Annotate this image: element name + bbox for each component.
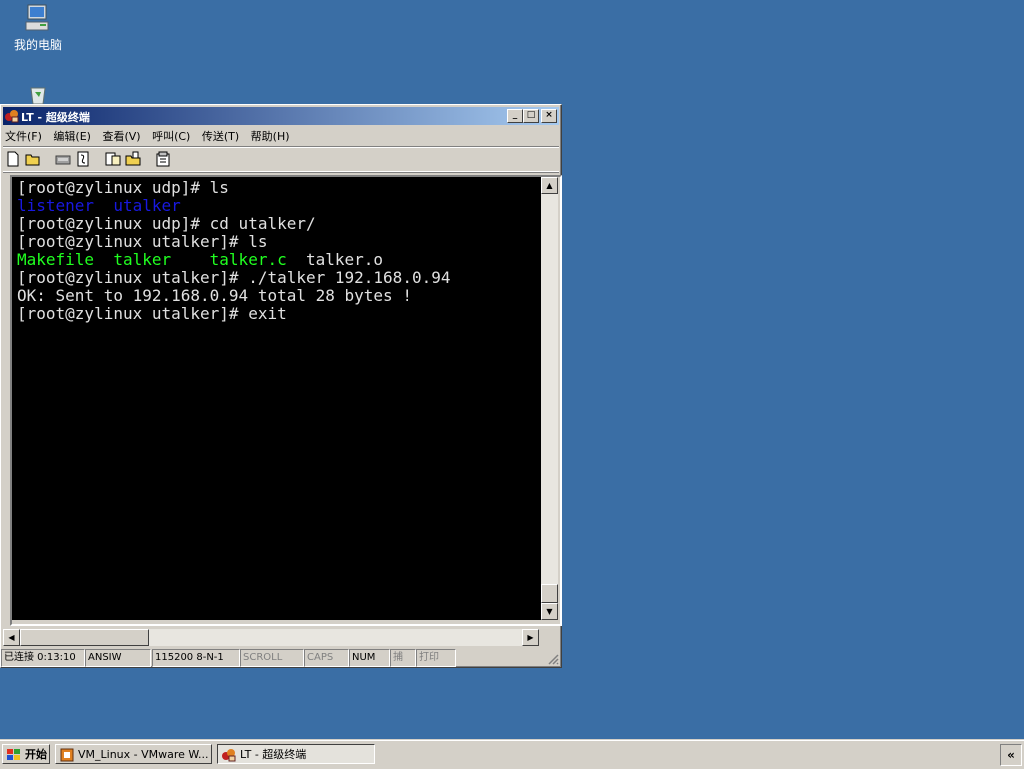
terminal-text-segment: [root@zylinux udp]# cd utalker/ <box>17 214 316 233</box>
status-caps: CAPS <box>304 649 349 667</box>
new-icon[interactable] <box>4 150 22 168</box>
status-emulation: ANSIW <box>85 649 151 667</box>
toolbar <box>3 146 559 172</box>
resize-grip-icon[interactable] <box>547 653 559 665</box>
menu-view[interactable]: 查看(V) <box>100 126 146 144</box>
dial-icon[interactable] <box>74 150 92 168</box>
status-print: 打印 <box>416 649 456 667</box>
window-title: LT - 超级终端 <box>21 111 90 124</box>
properties-icon[interactable] <box>154 150 172 168</box>
desktop-icon-label: 我的电脑 <box>13 38 62 52</box>
disconnect-icon[interactable] <box>54 150 72 168</box>
taskbar-item-label: VM_Linux - VMware W... <box>78 748 209 761</box>
terminal-text-segment: [root@zylinux utalker]# ./talker 192.168… <box>17 268 451 287</box>
windows-logo-icon <box>6 747 22 763</box>
scroll-up-icon[interactable]: ▲ <box>541 177 558 194</box>
horizontal-scroll-thumb[interactable] <box>20 629 149 646</box>
menu-bar: 文件(F) 编辑(E) 查看(V) 呼叫(C) 传送(T) 帮助(H) <box>3 126 559 144</box>
taskbar-item-hyperterminal[interactable]: LT - 超级终端 <box>217 744 375 764</box>
status-port-settings: 115200 8-N-1 <box>152 649 240 667</box>
terminal-line: listener utalker <box>17 197 541 215</box>
menu-help[interactable]: 帮助(H) <box>249 126 296 144</box>
status-connection: 已连接 0:13:10 <box>1 649 85 667</box>
vertical-scroll-thumb[interactable] <box>541 584 558 603</box>
menu-call[interactable]: 呼叫(C) <box>150 126 196 144</box>
terminal-text-segment: OK: Sent to 192.168.0.94 total 28 bytes … <box>17 286 412 305</box>
vertical-scrollbar[interactable]: ▲ ▼ <box>541 177 558 620</box>
terminal-text-segment: talker.o <box>286 250 384 269</box>
terminal-line: [root@zylinux udp]# ls <box>17 179 541 197</box>
terminal-line: [root@zylinux utalker]# exit <box>17 305 541 323</box>
terminal-line: OK: Sent to 192.168.0.94 total 28 bytes … <box>17 287 541 305</box>
scroll-down-icon[interactable]: ▼ <box>541 603 558 620</box>
hyperterminal-window: LT - 超级终端 _ □ × 文件(F) 编辑(E) 查看(V) 呼叫(C) … <box>0 104 562 668</box>
menu-file[interactable]: 文件(F) <box>3 126 48 144</box>
hyperterminal-icon <box>221 747 237 763</box>
menu-transfer[interactable]: 传送(T) <box>200 126 245 144</box>
status-capture: 捕 <box>390 649 416 667</box>
terminal-line: [root@zylinux udp]# cd utalker/ <box>17 215 541 233</box>
scroll-left-icon[interactable]: ◀ <box>3 629 20 646</box>
terminal-line: [root@zylinux utalker]# ./talker 192.168… <box>17 269 541 287</box>
terminal-line: [root@zylinux utalker]# ls <box>17 233 541 251</box>
my-computer-icon <box>22 2 54 34</box>
horizontal-scrollbar[interactable]: ◀ ▶ <box>3 629 539 646</box>
terminal-text-segment: Makefile talker talker.c <box>17 250 287 269</box>
terminal-frame: [root@zylinux udp]# ls listener utalker [r… <box>10 175 562 626</box>
terminal-text-segment: [root@zylinux utalker]# exit <box>17 304 287 323</box>
terminal-text-segment: [root@zylinux udp]# ls <box>17 178 229 197</box>
tray-expand-button[interactable]: « <box>1000 744 1022 766</box>
taskbar: 开始 VM_Linux - VMware W... LT - 超级终端 « <box>0 740 1024 769</box>
hyperterminal-app-icon <box>4 108 20 124</box>
vmware-icon <box>59 747 75 763</box>
start-label: 开始 <box>25 748 47 761</box>
status-num: NUM <box>349 649 390 667</box>
menu-edit[interactable]: 编辑(E) <box>51 126 97 144</box>
status-bar: 已连接 0:13:10 ANSIW 115200 8-N-1 SCROLL CA… <box>1 649 561 667</box>
scroll-right-icon[interactable]: ▶ <box>522 629 539 646</box>
close-button[interactable]: × <box>541 109 557 123</box>
taskbar-item-vmware[interactable]: VM_Linux - VMware W... <box>55 744 212 764</box>
open-icon[interactable] <box>24 150 42 168</box>
window-titlebar[interactable]: LT - 超级终端 _ □ × <box>3 107 559 125</box>
maximize-button[interactable]: □ <box>523 109 539 123</box>
terminal-text-segment: listener utalker <box>17 196 181 215</box>
receive-icon[interactable] <box>124 150 142 168</box>
taskbar-item-label: LT - 超级终端 <box>240 748 307 761</box>
minimize-button[interactable]: _ <box>507 109 523 123</box>
start-button[interactable]: 开始 <box>2 744 50 764</box>
status-scroll: SCROLL <box>240 649 304 667</box>
terminal-line: Makefile talker talker.c talker.o <box>17 251 541 269</box>
terminal-text-segment: [root@zylinux utalker]# ls <box>17 232 268 251</box>
send-icon[interactable] <box>104 150 122 168</box>
desktop-icon-my-computer[interactable]: 我的电脑 <box>0 2 76 53</box>
terminal-screen[interactable]: [root@zylinux udp]# ls listener utalker [r… <box>12 177 541 620</box>
